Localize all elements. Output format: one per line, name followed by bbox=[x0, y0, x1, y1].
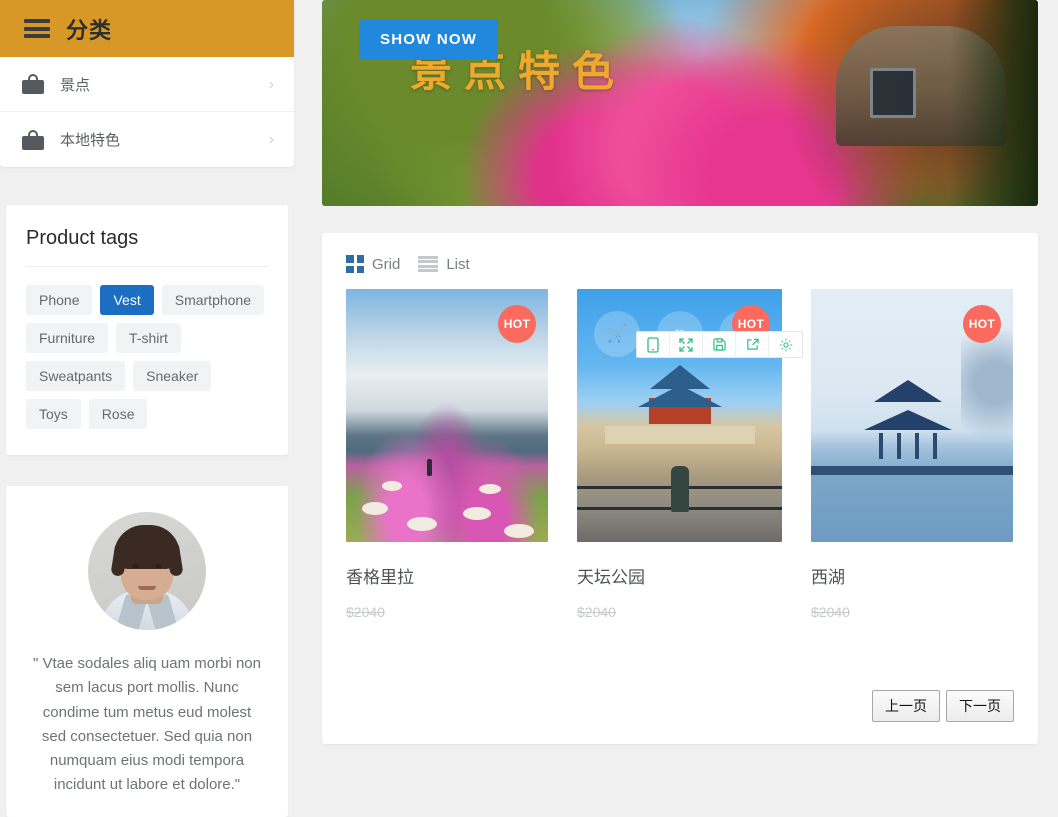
product-price: $2040 bbox=[811, 604, 850, 620]
save-icon[interactable] bbox=[703, 332, 736, 357]
category-title: 分类 bbox=[66, 17, 113, 43]
share-icon[interactable] bbox=[736, 332, 769, 357]
product-name: 天坛公园 bbox=[577, 568, 645, 587]
chevron-right-icon: › bbox=[269, 131, 274, 148]
hero-banner: 景点特色 SHOW NOW bbox=[322, 0, 1038, 206]
tag-toys[interactable]: Toys bbox=[26, 399, 81, 429]
list-icon bbox=[418, 256, 439, 272]
product-image-temple-of-heaven[interactable]: 🛒 ♥ ⌕ HOT bbox=[577, 289, 782, 542]
product-tags-card: Product tags Phone Vest Smartphone Furni… bbox=[6, 205, 288, 455]
tag-list: Phone Vest Smartphone Furniture T-shirt … bbox=[26, 285, 268, 429]
product-price: $2040 bbox=[577, 604, 616, 620]
expand-icon[interactable] bbox=[670, 332, 703, 357]
show-now-button[interactable]: SHOW NOW bbox=[359, 19, 499, 60]
product-name: 香格里拉 bbox=[346, 568, 414, 587]
grid-icon bbox=[346, 255, 364, 273]
mobile-icon[interactable] bbox=[637, 332, 670, 357]
tag-phone[interactable]: Phone bbox=[26, 285, 93, 315]
hamburger-icon[interactable] bbox=[24, 19, 50, 38]
tag-vest[interactable]: Vest bbox=[100, 285, 154, 315]
tag-smartphone[interactable]: Smartphone bbox=[161, 285, 265, 315]
divider bbox=[26, 266, 268, 267]
settings-gear-icon[interactable] bbox=[769, 332, 802, 357]
product-grid: HOT 香格里拉 $2040 🛒 HOT 天坛公园 $2040 HOT 西湖 $… bbox=[346, 289, 1014, 620]
shopping-bag-icon bbox=[22, 129, 44, 150]
avatar bbox=[88, 512, 206, 630]
products-panel: Grid List HOT 香格里拉 $2040 🛒 HOT 天坛公园 $204… bbox=[322, 233, 1038, 744]
tag-sneaker[interactable]: Sneaker bbox=[133, 361, 212, 391]
shopping-bag-icon bbox=[22, 74, 44, 94]
category-header: 分类 bbox=[0, 0, 294, 57]
page-root: 分类 景点 › 本地特色 › Product tags Phone Vest S… bbox=[0, 0, 1058, 817]
main-content: 景点特色 SHOW NOW Grid List HOT 香格里拉 $2040 🛒… bbox=[322, 0, 1038, 744]
category-card: 分类 景点 › 本地特色 › bbox=[0, 0, 294, 167]
sidebar-item-local-specialty[interactable]: 本地特色 › bbox=[0, 112, 294, 167]
product-card[interactable]: HOT 西湖 $2040 bbox=[811, 289, 1013, 620]
pagination: 上一页 下一页 bbox=[872, 690, 1014, 722]
product-image-shangri-la[interactable]: HOT bbox=[346, 289, 548, 542]
product-card[interactable]: HOT 香格里拉 $2040 bbox=[346, 289, 548, 620]
sidebar: 分类 景点 › 本地特色 › Product tags Phone Vest S… bbox=[0, 0, 294, 817]
sidebar-item-label: 景点 bbox=[60, 76, 91, 94]
next-page-button[interactable]: 下一页 bbox=[946, 690, 1014, 722]
testimonial-quote: " Vtae sodales aliq uam morbi non sem la… bbox=[33, 655, 261, 794]
sidebar-item-label: 本地特色 bbox=[60, 132, 121, 149]
floating-toolbar bbox=[636, 331, 803, 358]
product-tags-title: Product tags bbox=[26, 227, 139, 249]
view-mode-list-label: List bbox=[446, 255, 470, 273]
prev-page-button[interactable]: 上一页 bbox=[872, 690, 940, 722]
view-mode-list[interactable]: List bbox=[418, 255, 470, 273]
view-mode-toggle: Grid List bbox=[346, 255, 1014, 273]
product-image-west-lake[interactable]: HOT bbox=[811, 289, 1013, 542]
tag-tshirt[interactable]: T-shirt bbox=[116, 323, 181, 353]
tag-furniture[interactable]: Furniture bbox=[26, 323, 109, 353]
status-badge: HOT bbox=[498, 305, 536, 343]
view-mode-grid-label: Grid bbox=[372, 255, 401, 273]
banner-shade bbox=[950, 0, 1038, 206]
chevron-right-icon: › bbox=[269, 75, 274, 93]
tag-rose[interactable]: Rose bbox=[88, 399, 148, 429]
add-to-cart-icon[interactable]: 🛒 bbox=[593, 311, 640, 357]
product-name: 西湖 bbox=[811, 568, 845, 587]
status-badge: HOT bbox=[963, 305, 1001, 343]
testimonial-card: " Vtae sodales aliq uam morbi non sem la… bbox=[6, 486, 288, 817]
tag-sweatpants[interactable]: Sweatpants bbox=[26, 361, 126, 391]
view-mode-grid[interactable]: Grid bbox=[346, 255, 400, 273]
product-price: $2040 bbox=[346, 604, 385, 620]
sidebar-item-attractions[interactable]: 景点 › bbox=[0, 57, 294, 112]
